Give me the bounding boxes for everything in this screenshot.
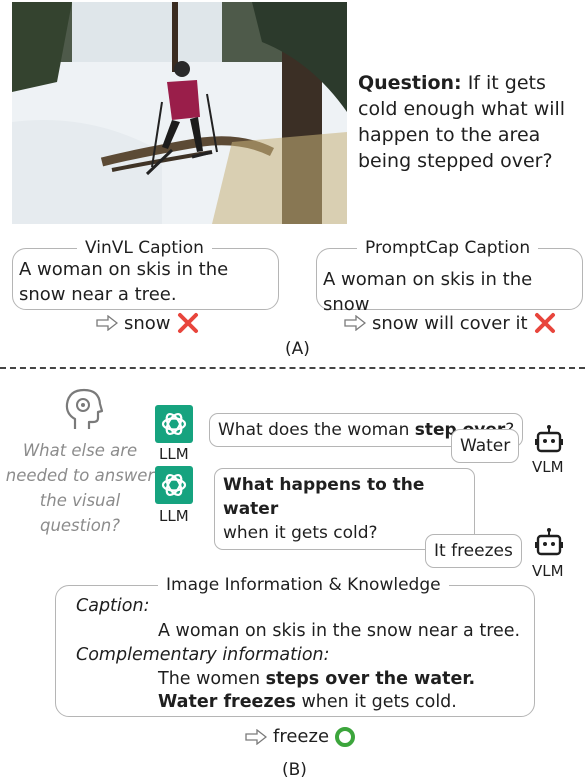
- ring-icon: [335, 726, 356, 747]
- chatgpt-icon: [155, 466, 193, 504]
- promptcap-answer-row: snow will cover it: [344, 312, 556, 334]
- section-divider: [0, 367, 585, 369]
- cross-icon: [534, 313, 555, 333]
- chatgpt-icon: [155, 405, 193, 443]
- info-caption: A woman on skis in the snow near a tree.: [158, 621, 521, 641]
- final-answer: freeze: [273, 726, 330, 747]
- caption-label: Caption:: [76, 596, 150, 616]
- vlm-answer-2: It freezes: [425, 534, 522, 568]
- vinvl-answer-row: snow: [96, 312, 199, 334]
- llm-label: LLM: [159, 445, 189, 463]
- promptcap-caption-box: PromptCap Caption A woman on skis in the…: [316, 237, 583, 315]
- llm-label: LLM: [159, 507, 189, 525]
- snow-skier-photo: [12, 2, 347, 224]
- info-box-title: Image Information & Knowledge: [158, 574, 449, 596]
- arrow-icon: [344, 315, 366, 331]
- vlm-answer-1: Water: [451, 429, 520, 463]
- label-b: (B): [282, 760, 307, 780]
- image-information-box: Image Information & Knowledge Caption: A…: [55, 574, 535, 717]
- promptcap-caption-text: A woman on skis in the snow: [323, 269, 533, 315]
- head-gear-icon: [65, 388, 104, 429]
- vinvl-caption-title: VinVL Caption: [77, 237, 212, 259]
- cross-icon: [177, 313, 198, 333]
- thought-text: What else are needed to answer the visua…: [5, 441, 155, 535]
- vlm-label: VLM: [532, 562, 564, 580]
- arrow-icon: [245, 728, 267, 745]
- vlm-label: VLM: [532, 458, 564, 476]
- robot-icon: [535, 425, 563, 453]
- arrow-icon: [96, 315, 118, 331]
- vinvl-answer: snow: [124, 312, 171, 334]
- complementary-line-2: Water freezes when it gets cold.: [158, 692, 457, 712]
- vinvl-caption-text: A woman on skis in the snow near a tree.: [19, 259, 229, 305]
- robot-icon: [535, 528, 563, 556]
- promptcap-caption-title: PromptCap Caption: [357, 237, 539, 259]
- final-answer-row: freeze: [245, 726, 356, 747]
- label-a: (A): [285, 339, 310, 359]
- complementary-line-1: The women steps over the water.: [158, 669, 476, 689]
- vinvl-caption-box: VinVL Caption A woman on skis in the sno…: [12, 237, 279, 310]
- promptcap-answer: snow will cover it: [372, 312, 528, 334]
- question-text: Question: If it gets cold enough what wi…: [358, 72, 566, 172]
- complementary-label: Complementary information:: [76, 645, 330, 665]
